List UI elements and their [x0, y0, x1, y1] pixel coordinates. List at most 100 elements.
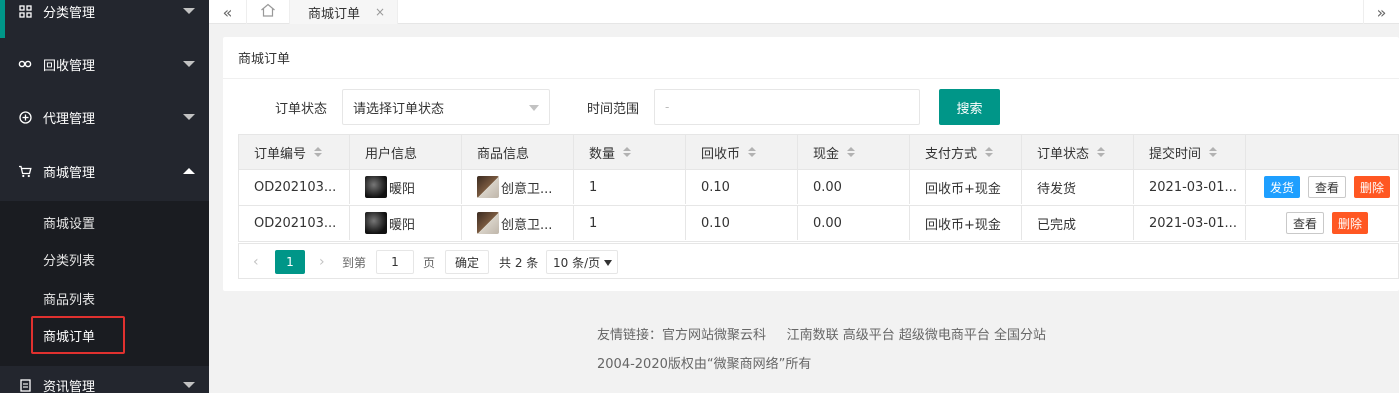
- doc-icon: [18, 378, 32, 392]
- cell-time: 2021-03-01...: [1134, 206, 1246, 240]
- tab-label: 商城订单: [308, 6, 361, 22]
- sidebar-item-agent[interactable]: 代理管理: [0, 98, 209, 136]
- search-button[interactable]: 搜索: [939, 89, 1000, 125]
- cell-pay: 回收币+现金: [910, 170, 1022, 204]
- delete-button[interactable]: 删除: [1354, 176, 1391, 198]
- cell-cash: 0.00: [798, 170, 910, 204]
- cell-qty: 1: [574, 206, 686, 240]
- tab-scroll-left-button[interactable]: «: [209, 0, 247, 24]
- column-header-pay[interactable]: 支付方式: [910, 135, 1022, 169]
- sidebar-item-mall[interactable]: 商城管理: [0, 152, 209, 190]
- cell-status: 已完成: [1022, 206, 1134, 240]
- goto-page-input[interactable]: 1: [376, 250, 414, 274]
- cell-user: 暖阳: [350, 206, 462, 240]
- caret-down-icon: [604, 260, 612, 266]
- cell-time: 2021-03-01...: [1134, 170, 1246, 204]
- ship-button[interactable]: 发货: [1264, 176, 1301, 198]
- table-row: OD202103... 暖阳 创意卫... 1 0.10 0.00 回收币+现金…: [238, 206, 1399, 242]
- cell-coin: 0.10: [686, 170, 798, 204]
- delete-button[interactable]: 删除: [1332, 212, 1369, 234]
- goods-thumbnail: [477, 212, 499, 234]
- sidebar-item-label: 回收管理: [43, 58, 96, 74]
- sidebar-item-news[interactable]: 资讯管理: [0, 366, 209, 393]
- sidebar-subitem-goods-list[interactable]: 商品列表: [43, 289, 95, 308]
- sidebar-item-recycle[interactable]: 回收管理: [0, 45, 209, 83]
- status-select[interactable]: 请选择订单状态: [342, 89, 550, 125]
- chevron-down-icon: [529, 105, 539, 111]
- column-header-time[interactable]: 提交时间: [1134, 135, 1246, 169]
- card-title: 商城订单: [223, 37, 1399, 79]
- sidebar-item-label: 分类管理: [43, 5, 96, 21]
- sort-icon[interactable]: [1097, 147, 1106, 157]
- status-select-value: 请选择订单状态: [353, 101, 445, 117]
- time-range-placeholder: -: [665, 100, 670, 114]
- cell-coin: 0.10: [686, 206, 798, 240]
- cell-goods: 创意卫...: [462, 170, 574, 204]
- column-header-order-no[interactable]: 订单编号: [239, 135, 350, 169]
- cell-user: 暖阳: [350, 170, 462, 204]
- pagination: ‹ 1 › 到第 1 页 确定 共 2 条 10 条/页: [238, 243, 1399, 279]
- goto-confirm-button[interactable]: 确定: [445, 250, 489, 274]
- chevron-down-icon: [183, 61, 195, 67]
- cell-pay: 回收币+现金: [910, 206, 1022, 240]
- column-header-cash[interactable]: 现金: [798, 135, 910, 169]
- plus-circle-icon: [18, 110, 32, 124]
- sort-icon[interactable]: [1209, 147, 1218, 157]
- cart-icon: [18, 164, 32, 178]
- cell-cash: 0.00: [798, 206, 910, 240]
- view-button[interactable]: 查看: [1286, 212, 1325, 234]
- footer-copyright: 2004-2020版权由“微聚商网络”所有: [597, 357, 812, 372]
- tab-scroll-right-button[interactable]: »: [1363, 0, 1399, 24]
- column-header-goods: 商品信息: [462, 135, 574, 169]
- sidebar-item-category[interactable]: 分类管理: [0, 0, 209, 30]
- sidebar-subitem-category-list[interactable]: 分类列表: [43, 250, 95, 269]
- tab-bar: « 商城订单 × »: [209, 0, 1399, 24]
- active-item-highlight: [31, 316, 125, 354]
- cell-actions: 查看 删除: [1246, 206, 1398, 240]
- column-header-user: 用户信息: [350, 135, 462, 169]
- cell-status: 待发货: [1022, 170, 1134, 204]
- column-header-coin[interactable]: 回收币: [686, 135, 798, 169]
- cell-qty: 1: [574, 170, 686, 204]
- page-size-select[interactable]: 10 条/页: [546, 250, 618, 274]
- chevron-down-icon: [183, 8, 195, 14]
- goods-thumbnail: [477, 176, 499, 198]
- sidebar: 分类管理 回收管理 代理管理 商城管理 商城设置 分类列表 商品列表 商城订单 …: [0, 0, 209, 393]
- close-icon[interactable]: ×: [375, 5, 385, 19]
- tab-mall-orders[interactable]: 商城订单 ×: [290, 0, 398, 24]
- sort-icon[interactable]: [985, 147, 994, 157]
- cell-order-no: OD202103...: [239, 206, 350, 240]
- view-button[interactable]: 查看: [1308, 176, 1347, 198]
- column-header-actions: [1246, 135, 1398, 169]
- total-count: 共 2 条: [499, 255, 539, 270]
- orders-card: 商城订单 订单状态 请选择订单状态 时间范围 - 搜索 订单编号 用户信息 商品…: [223, 37, 1399, 291]
- avatar: [365, 176, 387, 198]
- home-icon: [260, 3, 276, 21]
- page-size-value: 10 条/页: [553, 255, 601, 270]
- cell-order-no: OD202103...: [239, 170, 350, 204]
- chevron-down-icon: [183, 382, 195, 388]
- sort-icon[interactable]: [314, 147, 323, 157]
- chevron-up-icon: [183, 168, 195, 174]
- prev-page-button[interactable]: ‹: [253, 250, 259, 274]
- home-tab[interactable]: [247, 0, 290, 24]
- sidebar-subitem-mall-settings[interactable]: 商城设置: [43, 213, 95, 232]
- sidebar-item-label: 代理管理: [43, 111, 96, 127]
- cell-goods: 创意卫...: [462, 206, 574, 240]
- column-header-status[interactable]: 订单状态: [1022, 135, 1134, 169]
- sort-icon[interactable]: [847, 147, 856, 157]
- page-unit-label: 页: [423, 255, 436, 270]
- page-1-button[interactable]: 1: [275, 250, 305, 274]
- table-header: 订单编号 用户信息 商品信息 数量 回收币 现金 支付方式 订单状态 提交时间: [238, 134, 1399, 170]
- next-page-button[interactable]: ›: [319, 250, 325, 274]
- sidebar-item-label: 商城管理: [43, 165, 96, 181]
- time-range-label: 时间范围: [587, 102, 640, 117]
- cell-actions: 发货 查看 删除: [1246, 170, 1398, 204]
- column-header-qty[interactable]: 数量: [574, 135, 686, 169]
- sort-icon[interactable]: [748, 147, 757, 157]
- time-range-input[interactable]: -: [654, 89, 920, 125]
- sidebar-item-label: 资讯管理: [43, 379, 96, 393]
- goto-label: 到第: [342, 255, 367, 270]
- footer-links[interactable]: 友情链接：官方网站微聚云科 江南数联 高级平台 超级微电商平台 全国分站: [597, 324, 1046, 343]
- sort-icon[interactable]: [623, 147, 632, 157]
